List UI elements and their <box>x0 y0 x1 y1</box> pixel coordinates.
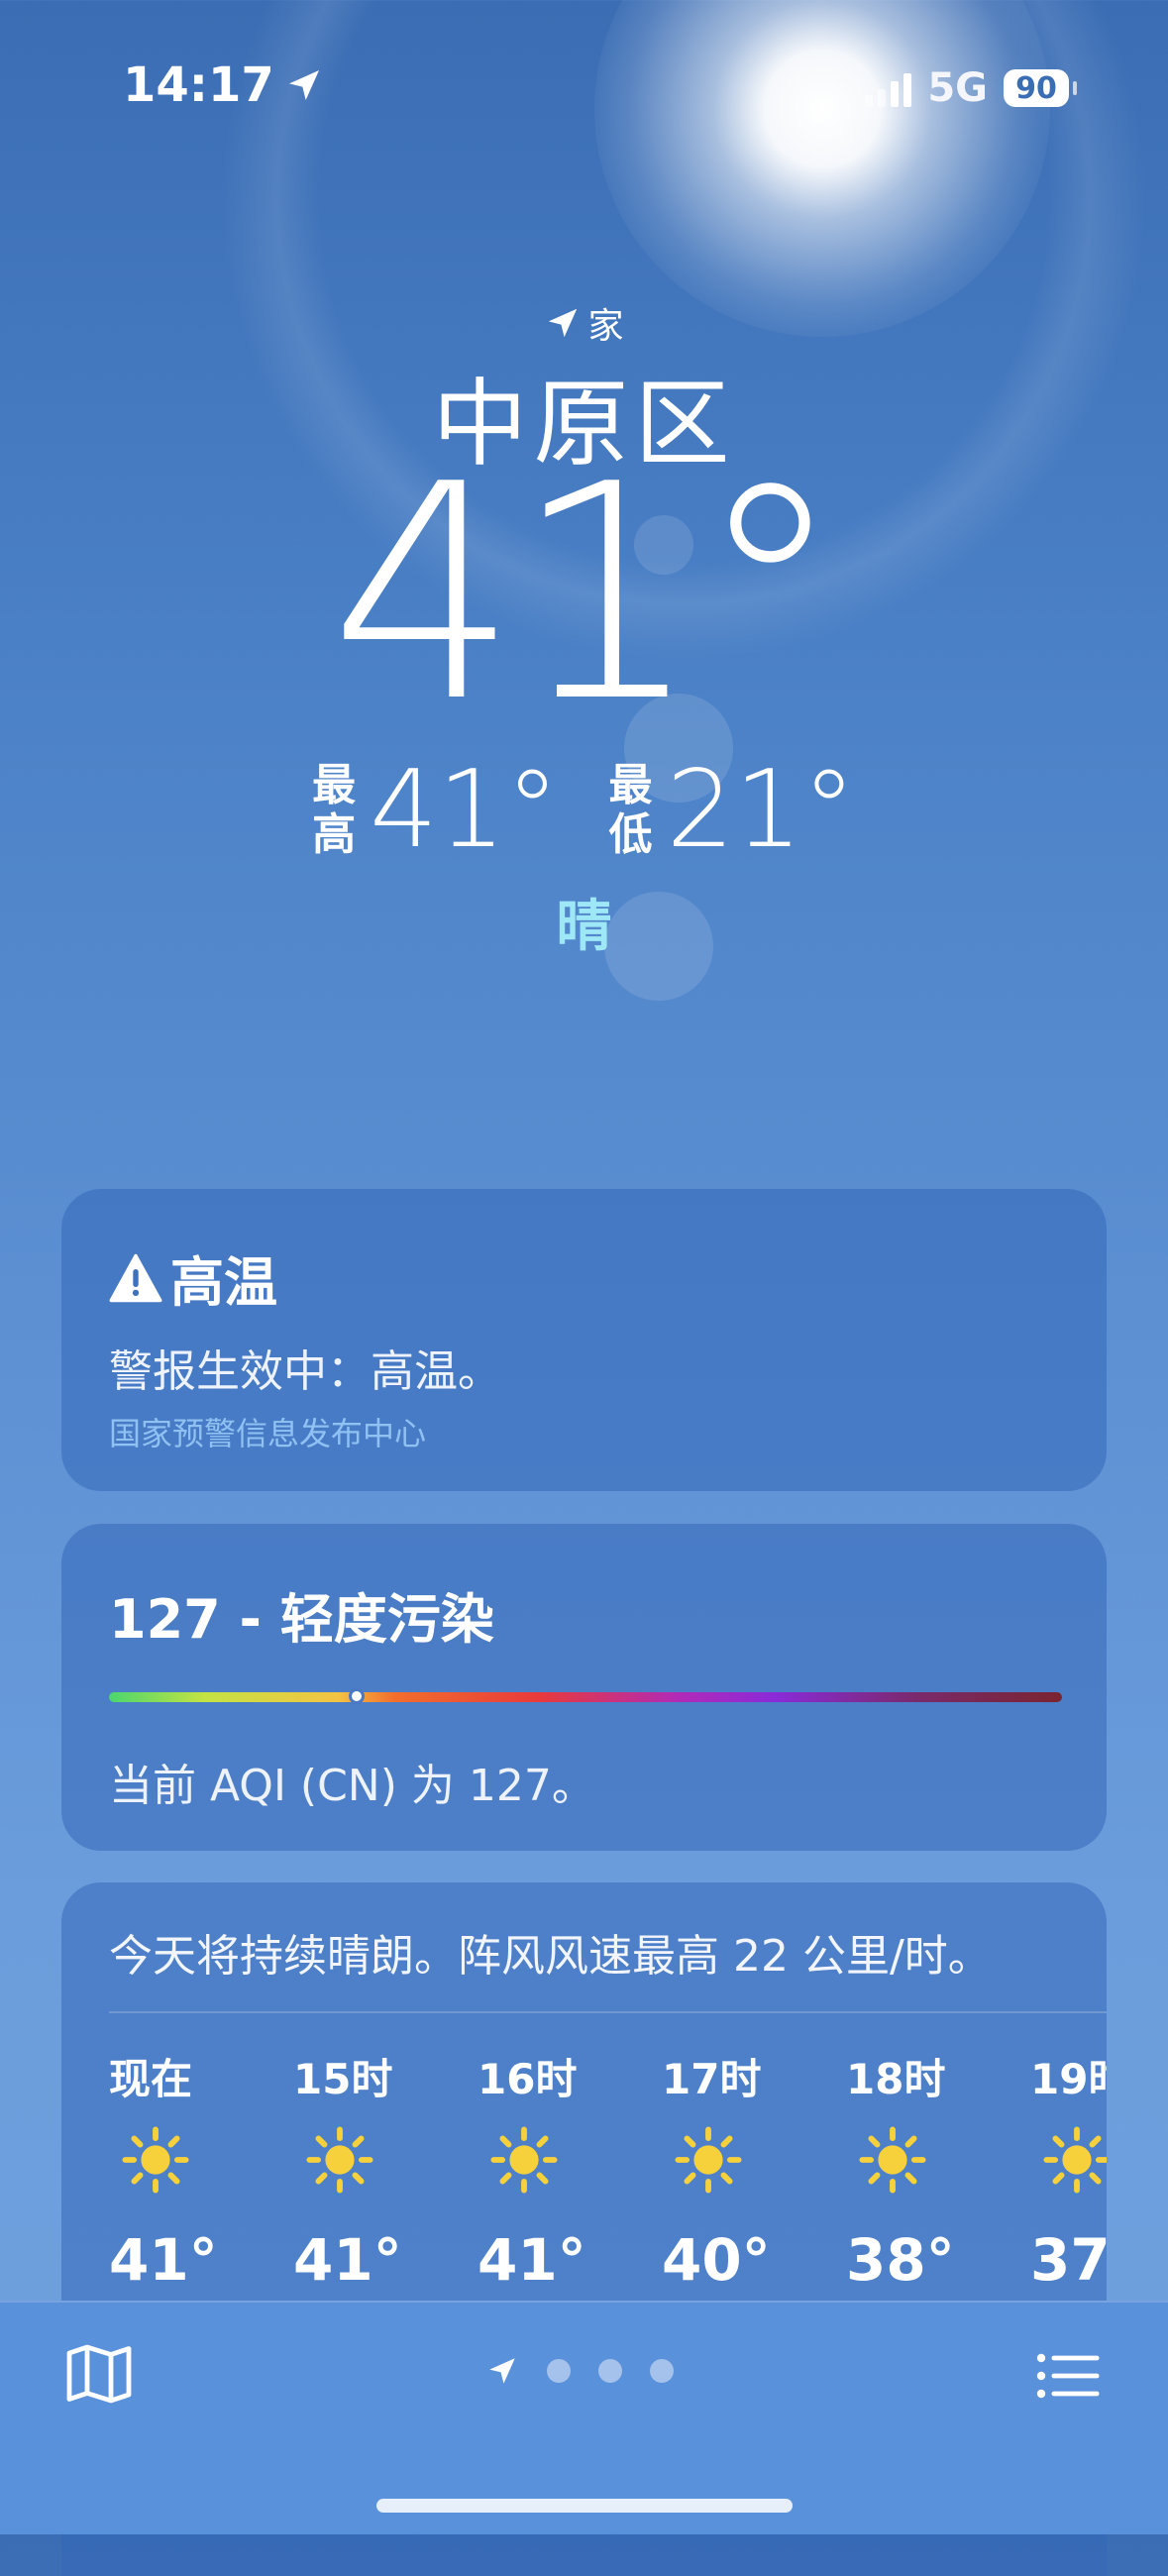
sun-icon <box>1043 2126 1107 2194</box>
status-bar: 14:17 5G 90 <box>0 57 1168 117</box>
sun-icon <box>490 2126 558 2194</box>
hour-label: 18时 <box>846 2055 946 2103</box>
heat-alert-card[interactable]: 高温 警报生效中：高温。 国家预警信息发布中心 <box>61 1189 1107 1491</box>
aqi-indicator <box>349 1688 366 1704</box>
low-temperature: 21° <box>666 748 856 872</box>
hour-temperature: 37° <box>1030 2226 1107 2294</box>
sun-icon <box>122 2126 189 2194</box>
page-dot <box>547 2359 571 2383</box>
hour-label: 17时 <box>662 2055 762 2103</box>
page-dot <box>650 2359 674 2383</box>
bottom-toolbar <box>0 2301 1168 2534</box>
hour-label: 15时 <box>293 2055 393 2103</box>
hour-temperature: 41° <box>293 2226 402 2294</box>
aqi-gradient-bar <box>109 1692 1062 1702</box>
battery-indicator: 90 <box>1004 69 1077 107</box>
sun-icon <box>306 2126 373 2194</box>
hour-label: 19时 <box>1030 2055 1107 2103</box>
hour-item: 19时 37° <box>1030 2046 1107 2294</box>
home-indicator[interactable] <box>376 2499 793 2513</box>
hour-item: 16时 41° <box>478 2046 662 2294</box>
hour-temperature: 40° <box>662 2226 771 2294</box>
status-time: 14:17 <box>123 57 324 113</box>
low-label: 最低 <box>608 759 653 860</box>
aqi-text: 当前 AQI (CN) 为 127。 <box>109 1761 595 1811</box>
list-icon[interactable] <box>1032 2340 1104 2412</box>
sun-icon <box>859 2126 926 2194</box>
hour-temperature: 38° <box>846 2226 955 2294</box>
divider <box>109 2011 1107 2013</box>
warning-icon <box>109 1253 162 1302</box>
location-label[interactable]: 家 <box>0 297 1168 349</box>
network-type: 5G <box>927 65 988 111</box>
high-low: 最高 41° 最低 21° <box>0 748 1168 872</box>
hour-label: 现在 <box>109 2055 193 2103</box>
high-label: 最高 <box>312 759 357 860</box>
weather-condition: 晴 <box>556 895 612 959</box>
hour-item: 18时 38° <box>846 2046 1030 2294</box>
page-indicator[interactable] <box>485 2354 674 2388</box>
hourly-list[interactable]: 现在 41° 15时 41° 16时 41° 17时 40° 18时 38° 1… <box>109 2046 1107 2294</box>
air-quality-card[interactable]: 127 - 轻度污染 当前 AQI (CN) 为 127。 <box>61 1524 1107 1851</box>
hour-item: 15时 41° <box>293 2046 478 2294</box>
map-icon[interactable] <box>63 2338 135 2410</box>
page-dot <box>598 2359 622 2383</box>
current-temperature: 41° <box>329 421 845 767</box>
hour-item: 17时 40° <box>662 2046 846 2294</box>
location-arrow-icon <box>549 308 578 338</box>
hour-temperature: 41° <box>109 2226 218 2294</box>
alert-source[interactable]: 国家预警信息发布中心 <box>109 1409 426 1454</box>
hour-temperature: 41° <box>478 2226 586 2294</box>
aqi-title: 127 - 轻度污染 <box>109 1588 494 1651</box>
cellular-signal-icon <box>865 69 912 107</box>
alert-title: 高温 <box>109 1238 277 1317</box>
sun-icon <box>675 2126 742 2194</box>
high-temperature: 41° <box>370 748 560 872</box>
hour-label: 16时 <box>478 2055 578 2103</box>
alert-text: 警报生效中：高温。 <box>109 1346 501 1397</box>
hour-item: 现在 41° <box>109 2046 293 2294</box>
location-arrow-icon <box>288 70 319 100</box>
forecast-summary: 今天将持续晴朗。阵风风速最高 22 公里/时。 <box>109 1931 992 1982</box>
location-arrow-icon <box>489 2358 515 2384</box>
